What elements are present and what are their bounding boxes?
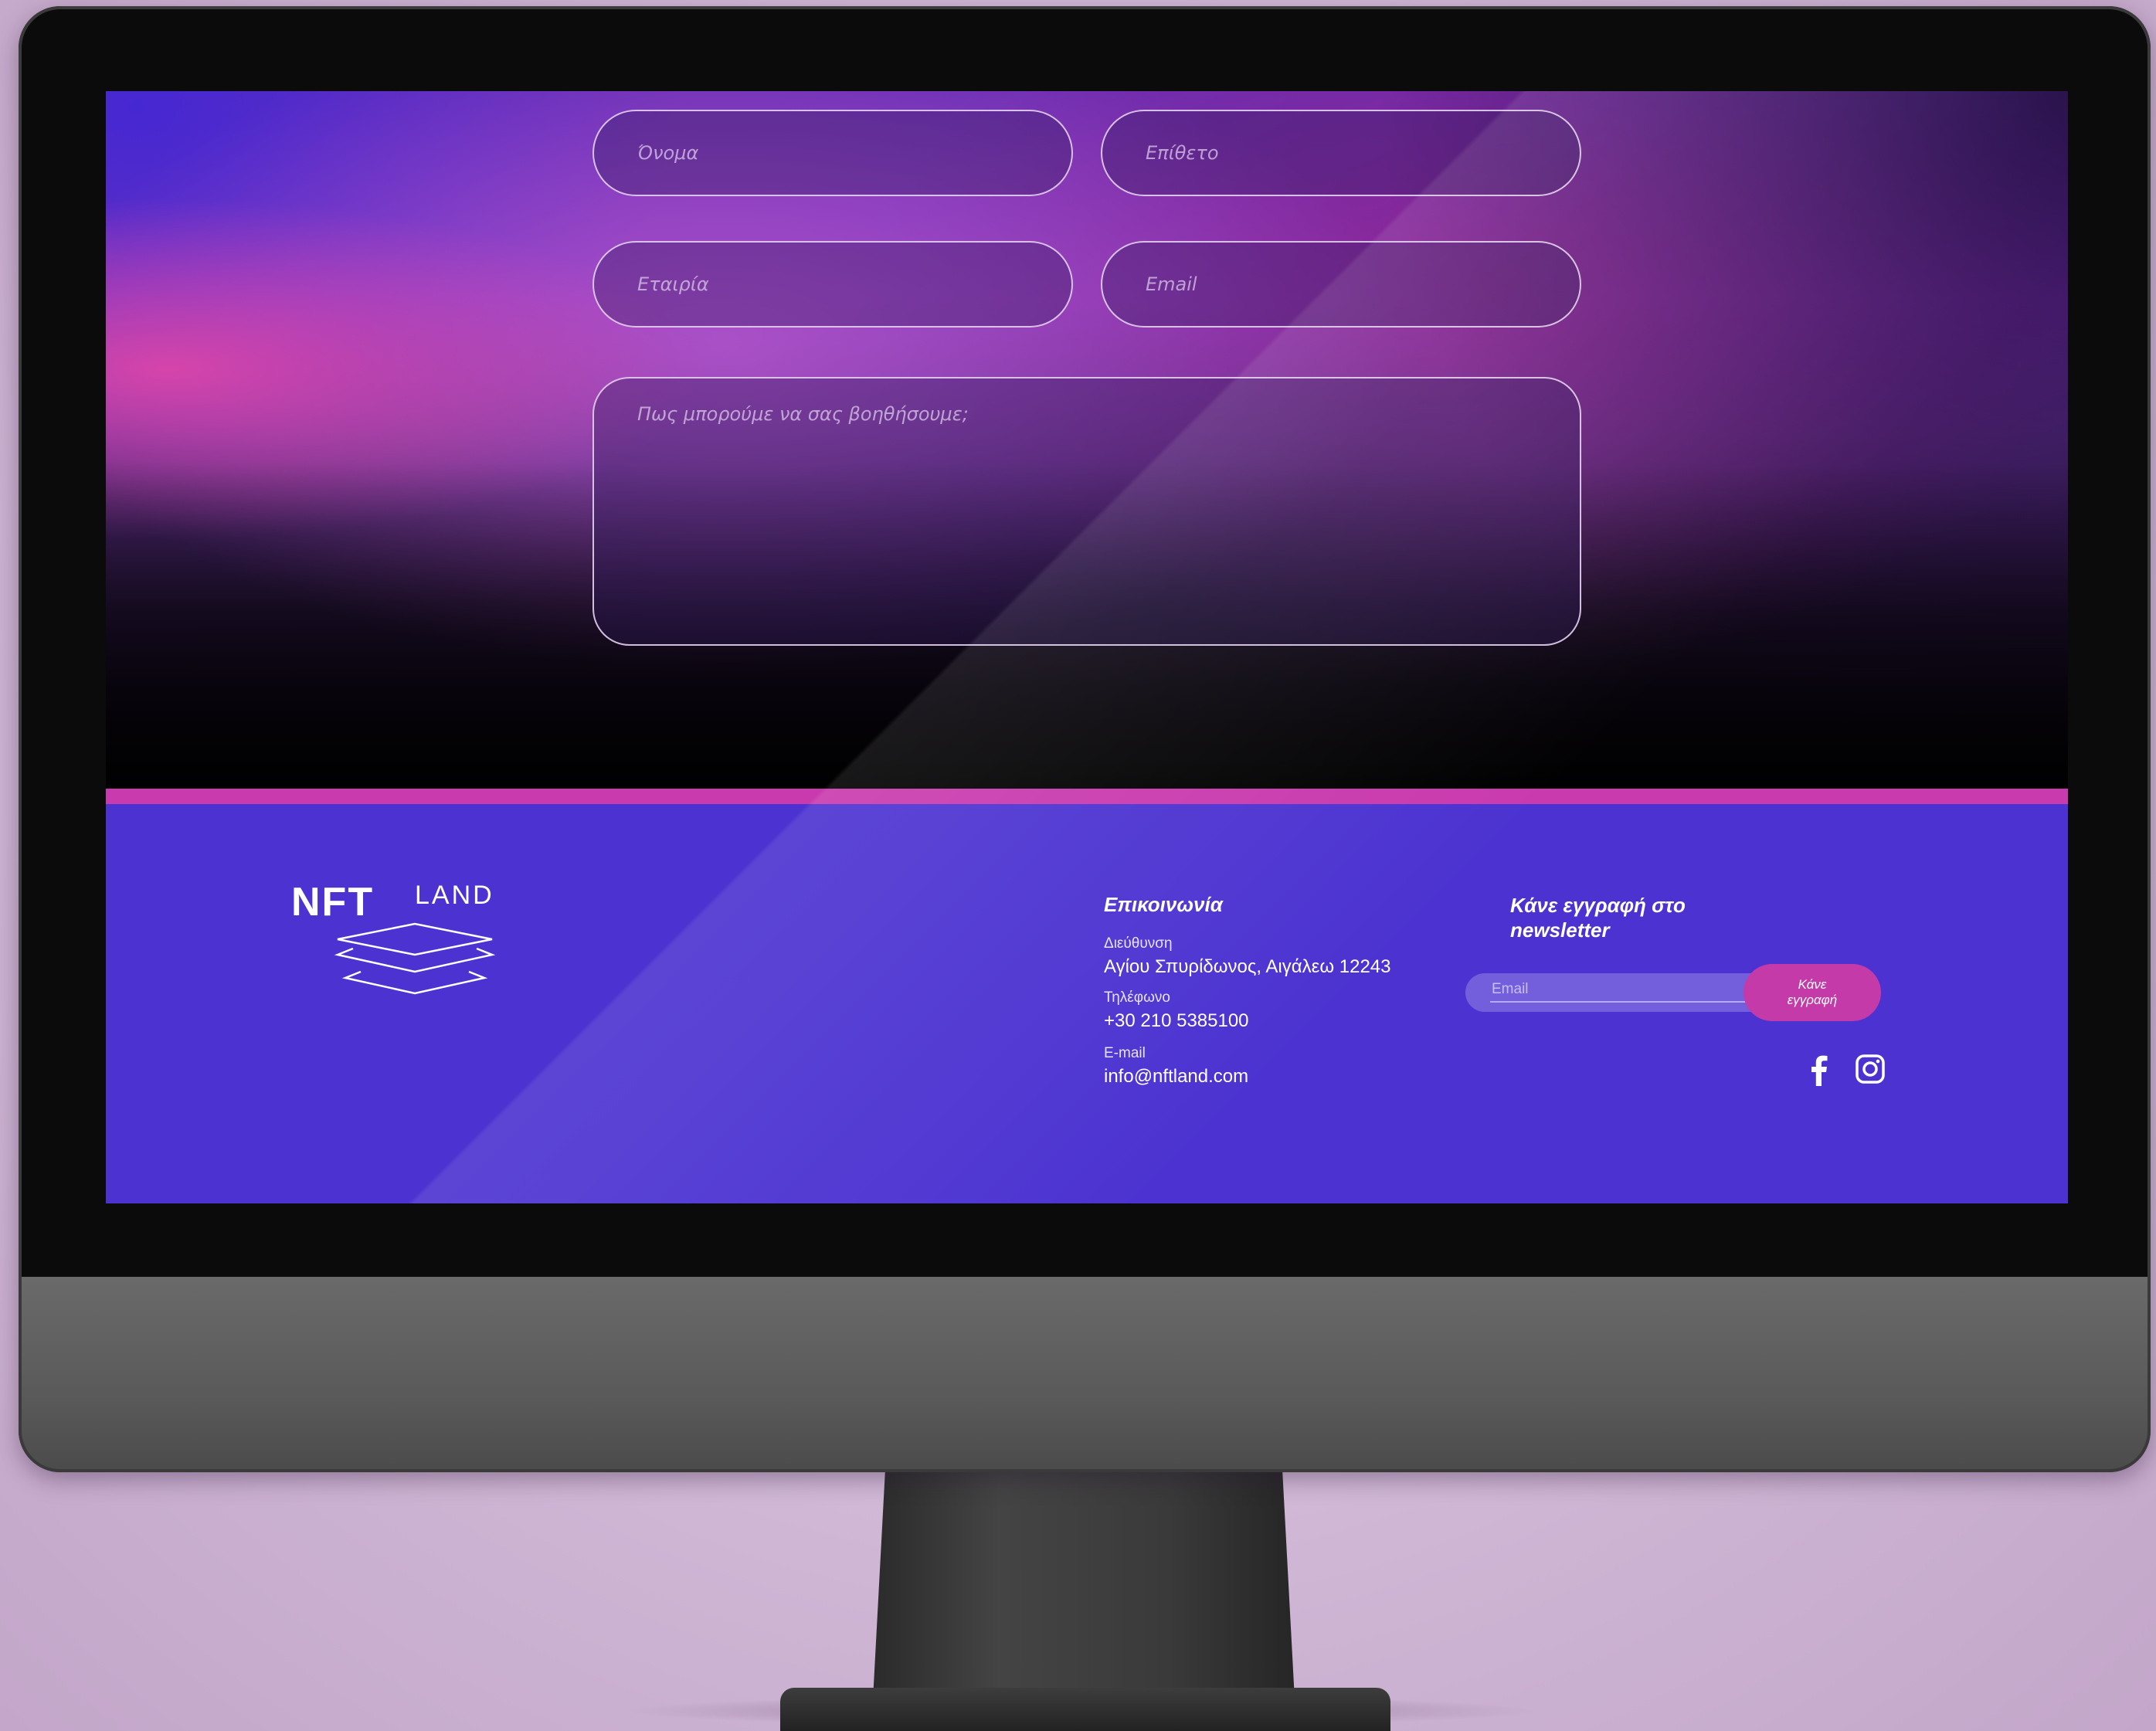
email-value[interactable]: info@nftland.com [1104, 1066, 1248, 1088]
accent-divider [106, 789, 2068, 804]
website-screen: Όνομα Επίθετο Εταιρία Email Πως μπορούμε… [106, 91, 2068, 1203]
address-label: Διεύθυνση [1104, 935, 1173, 952]
facebook-icon[interactable] [1809, 1055, 1829, 1086]
logo-layers-icon [334, 922, 496, 995]
company-placeholder: Εταιρία [637, 273, 709, 295]
contact-form-section: Όνομα Επίθετο Εταιρία Email Πως μπορούμε… [106, 91, 2068, 781]
contact-title: Επικοινωνία [1104, 893, 1223, 916]
message-placeholder: Πως μπορούμε να σας βοηθήσουμε; [637, 403, 969, 425]
first-name-placeholder: Όνομα [637, 142, 699, 164]
monitor-stand [873, 1464, 1295, 1699]
email-placeholder: Email [1146, 273, 1197, 295]
phone-label: Τηλέφωνο [1104, 989, 1170, 1006]
email-input[interactable]: Email [1101, 241, 1581, 328]
phone-value[interactable]: +30 210 5385100 [1104, 1010, 1249, 1032]
monitor-frame: Όνομα Επίθετο Εταιρία Email Πως μπορούμε… [19, 6, 2151, 1472]
newsletter-email-placeholder: Email [1492, 981, 1529, 997]
subscribe-button[interactable]: Κάνε εγγραφή [1743, 964, 1881, 1021]
first-name-input[interactable]: Όνομα [592, 110, 1073, 196]
newsletter-title: Κάνε εγγραφή στο newsletter [1510, 893, 1686, 942]
company-input[interactable]: Εταιρία [592, 241, 1073, 328]
monitor-stand-base [780, 1688, 1390, 1731]
last-name-input[interactable]: Επίθετο [1101, 110, 1581, 196]
message-textarea[interactable]: Πως μπορούμε να σας βοηθήσουμε; [592, 377, 1581, 646]
subscribe-button-line1: Κάνε [1798, 977, 1827, 992]
instagram-icon[interactable] [1855, 1054, 1886, 1084]
address-value: Αγίου Σπυρίδωνος, Αιγάλεω 12243 [1104, 956, 1391, 977]
last-name-placeholder: Επίθετο [1146, 142, 1219, 164]
newsletter-title-line2: newsletter [1510, 918, 1610, 942]
newsletter-title-line1: Κάνε εγγραφή στο [1510, 894, 1686, 917]
logo-text-land: LAND [415, 881, 494, 910]
email-label: E-mail [1104, 1045, 1146, 1061]
monitor-chin [19, 1277, 2151, 1472]
subscribe-button-line2: εγγραφή [1787, 993, 1838, 1007]
newsletter-email-input[interactable]: Email [1465, 973, 1751, 1012]
